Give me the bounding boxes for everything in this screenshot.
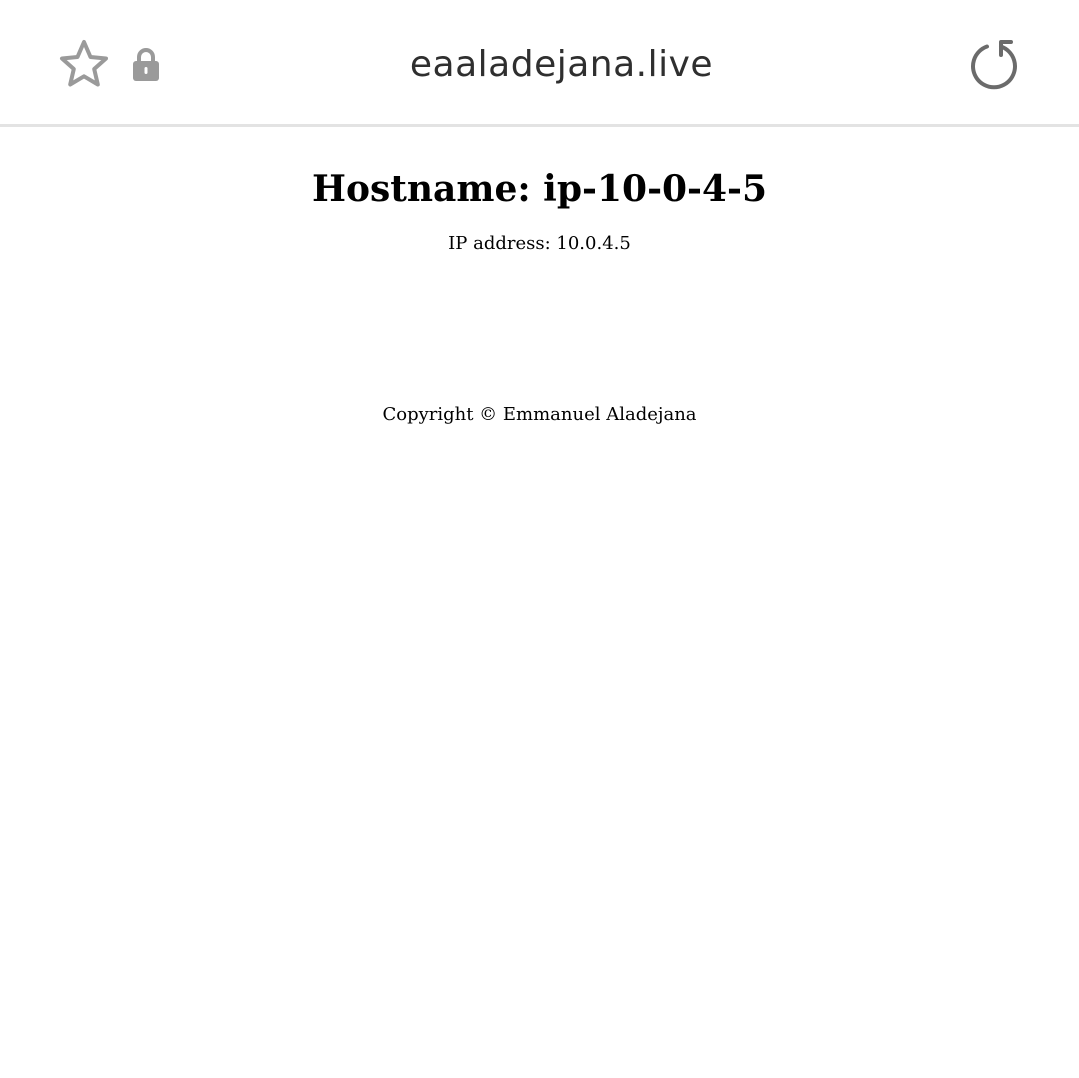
star-icon: [60, 40, 108, 87]
lock-icon: [130, 46, 162, 84]
copyright-text: Copyright © Emmanuel Aladejana: [382, 404, 697, 425]
bookmark-star-button[interactable]: [56, 38, 112, 92]
reload-icon: [971, 40, 1017, 90]
reload-button[interactable]: [966, 38, 1022, 92]
page-content: Hostname: ip-10-0-4-5 IP address: 10.0.4…: [0, 127, 1079, 1078]
page-title: Hostname: ip-10-0-4-5: [311, 168, 768, 210]
address-bar-url[interactable]: eaaladejana.live: [300, 40, 823, 90]
browser-toolbar: eaaladejana.live: [0, 0, 1079, 124]
ip-address-text: IP address: 10.0.4.5: [448, 233, 631, 254]
